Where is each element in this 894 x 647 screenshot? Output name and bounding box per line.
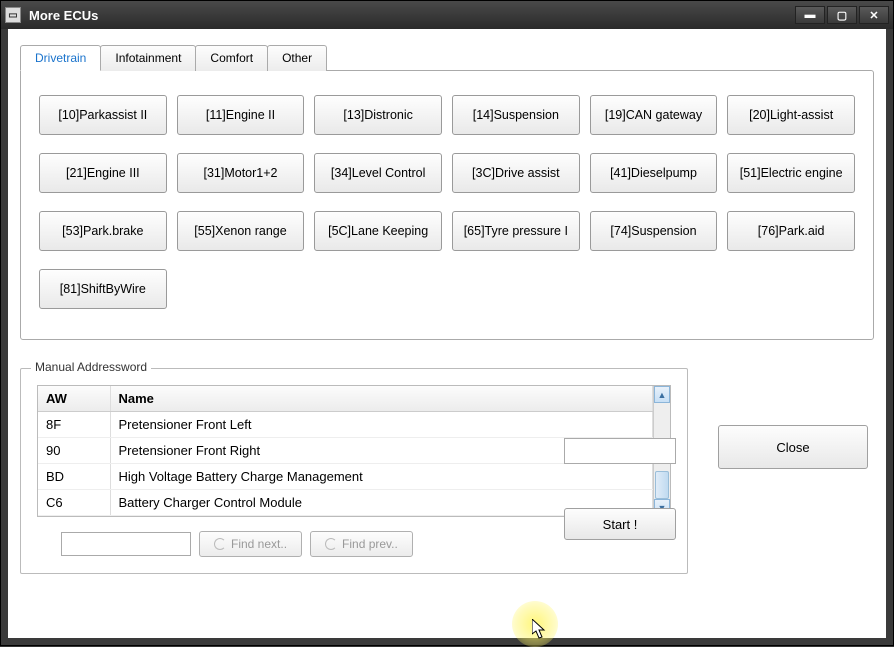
close-button[interactable]: Close bbox=[718, 425, 868, 469]
tab-other[interactable]: Other bbox=[267, 45, 327, 71]
cell-aw: C6 bbox=[38, 490, 110, 516]
scroll-thumb[interactable] bbox=[655, 471, 669, 499]
ecu-button[interactable]: [5C]Lane Keeping bbox=[314, 211, 442, 251]
cell-name: High Voltage Battery Charge Management bbox=[110, 464, 653, 490]
minimize-button[interactable]: ▬ bbox=[795, 6, 825, 24]
ecu-button[interactable]: [21]Engine III bbox=[39, 153, 167, 193]
tab-header: Drivetrain Infotainment Comfort Other bbox=[20, 45, 874, 71]
ecu-button[interactable]: [19]CAN gateway bbox=[590, 95, 718, 135]
tabs: Drivetrain Infotainment Comfort Other [1… bbox=[20, 45, 874, 340]
ecu-button[interactable]: [13]Distronic bbox=[314, 95, 442, 135]
ecu-button[interactable]: [74]Suspension bbox=[590, 211, 718, 251]
ecu-button[interactable]: [53]Park.brake bbox=[39, 211, 167, 251]
app-icon: ▭ bbox=[5, 7, 21, 23]
manual-addressword-group: Manual Addressword AW Name 8F Pretension… bbox=[20, 368, 688, 574]
tab-drivetrain[interactable]: Drivetrain bbox=[20, 45, 101, 71]
ecu-button[interactable]: [55]Xenon range bbox=[177, 211, 305, 251]
tab-comfort[interactable]: Comfort bbox=[195, 45, 268, 71]
col-header-aw[interactable]: AW bbox=[38, 386, 110, 412]
table-row[interactable]: BD High Voltage Battery Charge Managemen… bbox=[38, 464, 653, 490]
start-button[interactable]: Start ! bbox=[564, 508, 676, 540]
titlebar: ▭ More ECUs ▬ ▢ ✕ bbox=[1, 1, 893, 29]
addressword-table: AW Name 8F Pretensioner Front Left 90 Pr… bbox=[38, 386, 653, 516]
cell-aw: BD bbox=[38, 464, 110, 490]
ecu-button[interactable]: [11]Engine II bbox=[177, 95, 305, 135]
refresh-icon bbox=[325, 538, 337, 550]
client-area: Drivetrain Infotainment Comfort Other [1… bbox=[1, 29, 893, 645]
window-title: More ECUs bbox=[29, 8, 795, 23]
find-next-label: Find next.. bbox=[231, 537, 287, 551]
ecu-button[interactable]: [41]Dieselpump bbox=[590, 153, 718, 193]
tab-panel-drivetrain: [10]Parkassist II [11]Engine II [13]Dist… bbox=[20, 70, 874, 340]
find-input[interactable] bbox=[61, 532, 191, 556]
ecu-button[interactable]: [81]ShiftByWire bbox=[39, 269, 167, 309]
ecu-button[interactable]: [51]Electric engine bbox=[727, 153, 855, 193]
titlebar-controls: ▬ ▢ ✕ bbox=[795, 6, 889, 24]
ecu-button[interactable]: [76]Park.aid bbox=[727, 211, 855, 251]
tab-infotainment[interactable]: Infotainment bbox=[100, 45, 196, 71]
scroll-up-icon[interactable]: ▲ bbox=[654, 386, 670, 403]
ecu-button[interactable]: [20]Light-assist bbox=[727, 95, 855, 135]
cell-aw: 90 bbox=[38, 438, 110, 464]
ecu-button[interactable]: [65]Tyre pressure I bbox=[452, 211, 580, 251]
maximize-button[interactable]: ▢ bbox=[827, 6, 857, 24]
cursor-highlight bbox=[512, 601, 558, 647]
table-row[interactable]: 8F Pretensioner Front Left bbox=[38, 412, 653, 438]
table-row[interactable]: C6 Battery Charger Control Module bbox=[38, 490, 653, 516]
address-input[interactable] bbox=[564, 438, 676, 464]
cursor-icon bbox=[532, 619, 548, 644]
close-window-button[interactable]: ✕ bbox=[859, 6, 889, 24]
ecu-button[interactable]: [10]Parkassist II bbox=[39, 95, 167, 135]
fieldset-legend: Manual Addressword bbox=[31, 360, 151, 374]
ecu-button[interactable]: [31]Motor1+2 bbox=[177, 153, 305, 193]
find-next-button[interactable]: Find next.. bbox=[199, 531, 302, 557]
ecu-button[interactable]: [3C]Drive assist bbox=[452, 153, 580, 193]
ecu-grid: [10]Parkassist II [11]Engine II [13]Dist… bbox=[39, 95, 855, 309]
find-prev-label: Find prev.. bbox=[342, 537, 398, 551]
find-prev-button[interactable]: Find prev.. bbox=[310, 531, 413, 557]
cell-name: Pretensioner Front Left bbox=[110, 412, 653, 438]
window: ▭ More ECUs ▬ ▢ ✕ Drivetrain Infotainmen… bbox=[0, 0, 894, 646]
ecu-button[interactable]: [14]Suspension bbox=[452, 95, 580, 135]
table-row[interactable]: 90 Pretensioner Front Right bbox=[38, 438, 653, 464]
table-header-row: AW Name bbox=[38, 386, 653, 412]
refresh-icon bbox=[214, 538, 226, 550]
ecu-button[interactable]: [34]Level Control bbox=[314, 153, 442, 193]
cell-aw: 8F bbox=[38, 412, 110, 438]
col-header-name[interactable]: Name bbox=[110, 386, 653, 412]
